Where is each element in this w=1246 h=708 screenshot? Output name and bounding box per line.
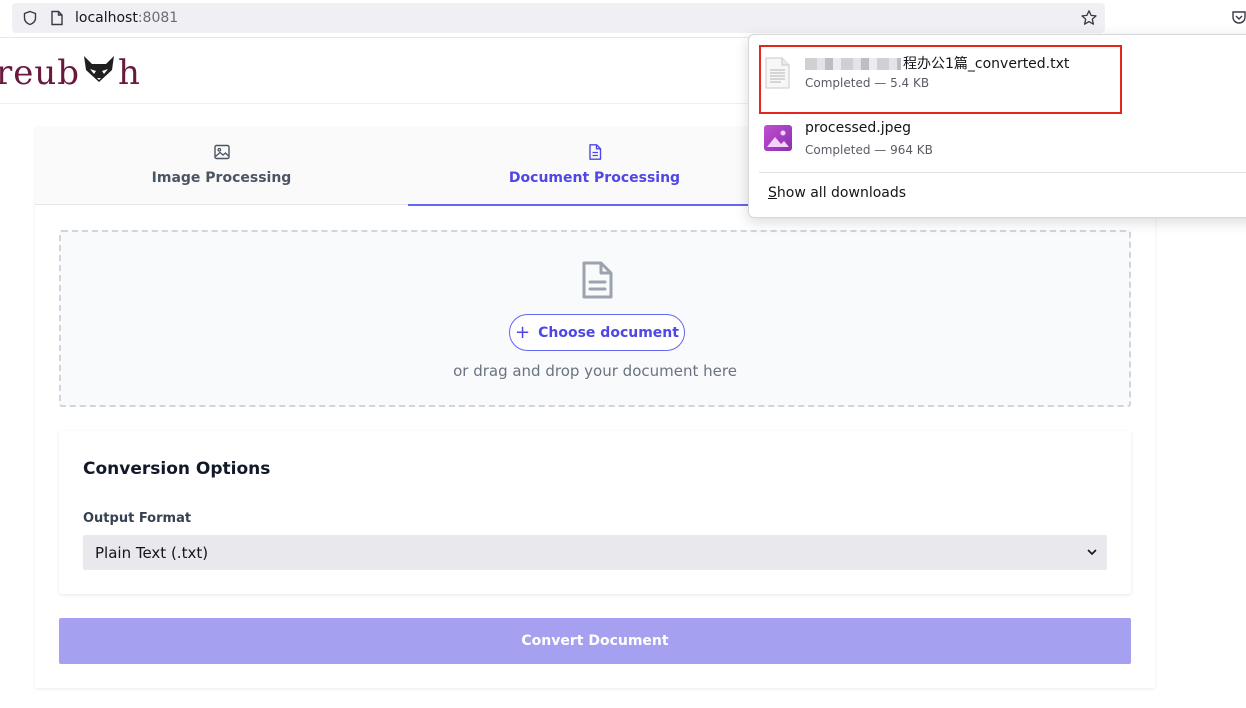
browser-toolbar: localhost:8081: [0, 0, 1246, 38]
document-dropzone[interactable]: + Choose document or drag and drop your …: [59, 230, 1131, 407]
downloads-panel: 程办公1篇_converted.txt Completed — 5.4 KB p…: [748, 34, 1246, 218]
choose-document-button[interactable]: + Choose document: [509, 314, 685, 351]
output-format-select[interactable]: Plain Text (.txt): [83, 535, 1107, 570]
chevron-down-icon: [1085, 545, 1099, 563]
active-tab-indicator: [408, 204, 781, 206]
download-status: Completed — 964 KB: [805, 143, 933, 157]
pocket-icon[interactable]: [1231, 9, 1246, 29]
address-bar[interactable]: localhost:8081: [12, 3, 1105, 33]
image-file-icon: [763, 124, 793, 156]
tab-image-processing[interactable]: Image Processing: [35, 127, 408, 205]
download-item[interactable]: processed.jpeg Completed — 964 KB: [757, 112, 1117, 172]
divider: [759, 172, 1246, 173]
document-icon: [579, 260, 615, 304]
page-icon: [50, 10, 64, 30]
show-all-downloads-link[interactable]: Show all downloads: [768, 185, 906, 201]
output-format-label: Output Format: [83, 511, 192, 526]
tab-label: Image Processing: [151, 170, 292, 186]
tab-label: Document Processing: [508, 170, 681, 186]
app-logo[interactable]: reub h: [0, 53, 141, 93]
plus-icon: +: [515, 321, 531, 343]
image-icon: [213, 143, 231, 165]
bookmark-star-icon[interactable]: [1080, 9, 1098, 31]
drag-drop-hint: or drag and drop your document here: [453, 362, 737, 380]
document-icon: [586, 143, 604, 165]
download-filename: processed.jpeg: [805, 120, 912, 136]
options-title: Conversion Options: [83, 459, 271, 479]
conversion-options-panel: Conversion Options Output Format Plain T…: [59, 431, 1131, 594]
shield-icon[interactable]: [22, 10, 38, 30]
url-text[interactable]: localhost:8081: [75, 10, 178, 26]
tab-document-processing[interactable]: Document Processing: [408, 127, 781, 206]
highlight-box: [759, 45, 1122, 114]
fox-logo-icon: [81, 53, 117, 93]
convert-document-button[interactable]: Convert Document: [59, 618, 1131, 664]
